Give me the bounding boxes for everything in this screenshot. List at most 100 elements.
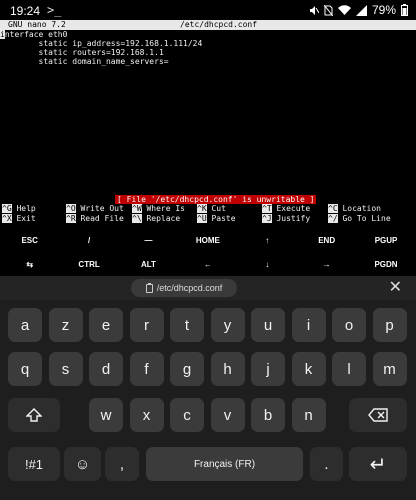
shortcut-label: Location — [342, 204, 381, 213]
key-k[interactable]: k — [291, 352, 326, 386]
key-v[interactable]: v — [210, 398, 245, 432]
key-e[interactable]: e — [89, 308, 123, 342]
key-i[interactable]: i — [291, 308, 326, 342]
shortcut-help: ^G Help — [2, 204, 36, 213]
key-b[interactable]: b — [251, 398, 285, 432]
buffer-line: static ip_address=192.168.1.111/24 — [0, 39, 203, 48]
shortcut-exit: ^X Exit — [2, 214, 36, 223]
key-y[interactable]: y — [210, 308, 245, 342]
shortcut-key: ^G — [2, 204, 12, 213]
arrow-right-key[interactable]: → — [297, 254, 356, 276]
shortcut-key: ^C — [328, 204, 338, 213]
terminal-view[interactable]: GNU nano 7.2 /etc/dhcpcd.conf interface … — [0, 20, 416, 225]
key-x[interactable]: x — [129, 398, 164, 432]
key-p[interactable]: p — [372, 308, 407, 342]
shortcut-key: ^K — [197, 204, 207, 213]
key-m[interactable]: m — [372, 352, 407, 386]
close-suggestion-icon[interactable]: ✕ — [389, 278, 402, 298]
comma-key[interactable]: , — [105, 447, 139, 481]
shortcut-label: Help — [16, 204, 36, 213]
suggestion-strip: /etc/dhcpcd.conf ✕ — [0, 276, 416, 300]
clipboard-suggestion-text: /etc/dhcpcd.conf — [156, 283, 223, 293]
shift-icon — [26, 408, 42, 422]
buffer-line: static domain_name_servers= — [0, 57, 169, 66]
shortcut-justify: ^J Justify — [262, 214, 310, 223]
arrow-up-key[interactable]: ↑ — [238, 230, 297, 252]
key-j[interactable]: j — [251, 352, 285, 386]
status-bar: 19:24 >_ 79% — [0, 0, 416, 22]
shortcut-cut: ^K Cut — [197, 204, 226, 213]
key-f[interactable]: f — [129, 352, 164, 386]
key-u[interactable]: u — [251, 308, 285, 342]
key-l[interactable]: l — [332, 352, 366, 386]
key-w[interactable]: w — [89, 398, 123, 432]
shift-key[interactable] — [8, 398, 60, 432]
shortcut-key: ^R — [66, 214, 76, 223]
key-s[interactable]: s — [48, 352, 83, 386]
key-g[interactable]: g — [170, 352, 204, 386]
shortcut-key: ^T — [262, 204, 272, 213]
nano-version: GNU nano 7.2 — [8, 20, 66, 29]
arrow-left-key[interactable]: ← — [178, 254, 237, 276]
shortcut-key: ^O — [66, 204, 76, 213]
period-key[interactable]: . — [310, 447, 343, 481]
signal-icon — [355, 4, 367, 16]
pgup-key[interactable]: PGUP — [356, 230, 415, 252]
symbols-key[interactable]: !#1 — [8, 447, 60, 481]
shortcut-label: Execute — [276, 204, 311, 213]
clipboard-suggestion-chip[interactable]: /etc/dhcpcd.conf — [131, 279, 237, 297]
key-o[interactable]: o — [332, 308, 366, 342]
status-time: 19:24 — [10, 4, 41, 18]
dash-key[interactable]: ― — [119, 230, 178, 252]
extra-keys-bar: ESC / ― HOME ↑ END PGUP ⇆ CTRL ALT ← ↓ → PGDN — [0, 230, 416, 276]
wifi-icon — [337, 4, 351, 15]
shortcut-label: Write Out — [80, 204, 124, 213]
emoji-key[interactable]: ☺ — [64, 447, 101, 481]
pgdn-key[interactable]: PGDN — [356, 254, 415, 276]
buffer-line: interface eth0 — [0, 30, 68, 39]
key-z[interactable]: z — [48, 308, 83, 342]
shortcut-key: ^J — [262, 214, 272, 223]
key-c[interactable]: c — [170, 398, 204, 432]
status-message: [ File '/etc/dhcpcd.conf' is unwritable … — [115, 195, 317, 204]
shortcut-replace: ^\ Replace — [132, 214, 180, 223]
arrow-down-key[interactable]: ↓ — [238, 254, 297, 276]
slash-key[interactable]: / — [59, 230, 118, 252]
on-screen-keyboard: !#1 ☺ , Français (FR) . ↵ azertyuiop qsdf… — [0, 300, 416, 500]
shortcut-label: Paste — [211, 214, 236, 223]
shortcut-label: Exit — [16, 214, 36, 223]
key-n[interactable]: n — [291, 398, 326, 432]
tab-key[interactable]: ⇆ — [0, 254, 59, 276]
no-sim-icon — [323, 4, 333, 16]
end-key[interactable]: END — [297, 230, 356, 252]
shortcut-label: Replace — [146, 214, 181, 223]
home-key[interactable]: HOME — [178, 230, 237, 252]
shortcut-label: Where Is — [146, 204, 185, 213]
shortcut-key: ^U — [197, 214, 207, 223]
space-key[interactable]: Français (FR) — [146, 447, 303, 481]
key-h[interactable]: h — [210, 352, 245, 386]
buffer-line: static routers=192.168.1.1 — [0, 48, 164, 57]
esc-key[interactable]: ESC — [0, 230, 59, 252]
enter-key[interactable]: ↵ — [349, 447, 407, 481]
nano-title-bar: GNU nano 7.2 /etc/dhcpcd.conf — [0, 20, 416, 30]
ctrl-key[interactable]: CTRL — [59, 254, 118, 276]
nano-filename: /etc/dhcpcd.conf — [180, 20, 258, 29]
key-r[interactable]: r — [129, 308, 164, 342]
alt-key[interactable]: ALT — [119, 254, 178, 276]
mute-icon — [309, 5, 319, 15]
shortcut-key: ^W — [132, 204, 142, 213]
shortcut-execute: ^T Execute — [262, 204, 310, 213]
shortcut-read-file: ^R Read File — [66, 214, 124, 223]
shortcut-key: ^/ — [328, 214, 338, 223]
backspace-key[interactable] — [349, 398, 407, 432]
key-t[interactable]: t — [170, 308, 204, 342]
status-icons: 79% — [308, 3, 408, 17]
editor-buffer[interactable]: interface eth0 static ip_address=192.168… — [0, 30, 416, 66]
clipboard-icon — [145, 282, 153, 293]
key-q[interactable]: q — [8, 352, 42, 386]
shortcut-location: ^C Location — [328, 204, 381, 213]
key-a[interactable]: a — [8, 308, 42, 342]
terminal-app-icon: >_ — [47, 3, 62, 17]
key-d[interactable]: d — [89, 352, 123, 386]
